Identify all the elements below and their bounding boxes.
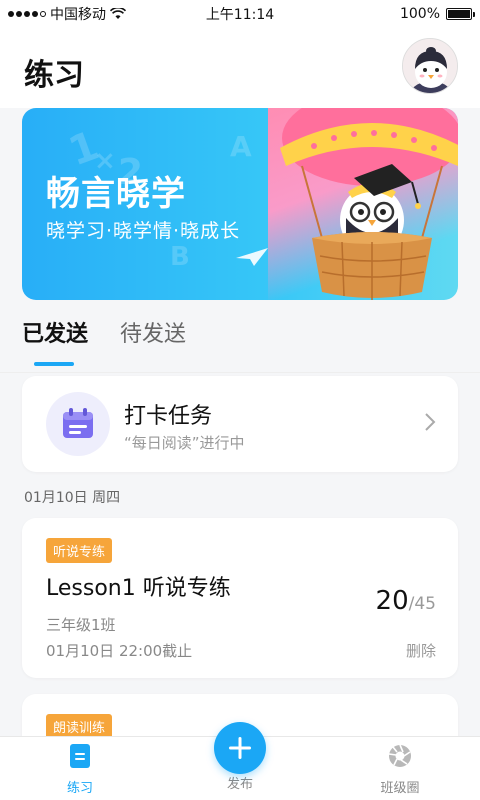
header: 练习: [0, 28, 480, 108]
banner-decor-b: B: [170, 242, 190, 272]
tab-pending[interactable]: 待发送: [120, 316, 186, 366]
assignment-card[interactable]: 听说专练 Lesson1 听说专练 三年级1班 01月10日 22:00截止 2…: [22, 518, 458, 678]
assignment-class: 三年级1班: [46, 616, 116, 634]
date-group-label: 01月10日 周四: [24, 490, 121, 506]
checkin-title: 打卡任务: [124, 404, 213, 429]
promo-banner[interactable]: 1 × 2 A B 畅言晓学 晓学习·晓学情·晓成长: [22, 108, 458, 300]
checkin-task-card[interactable]: 打卡任务 “每日阅读”进行中: [22, 376, 458, 472]
tabbar-label-publish: 发布: [226, 777, 253, 792]
banner-decor-a: A: [230, 130, 252, 163]
assignment-deadline: 01月10日 22:00截止: [46, 642, 193, 660]
assignment-tag: 听说专练: [46, 538, 113, 563]
submission-total: 45: [414, 594, 436, 614]
tab-sent[interactable]: 已发送: [22, 316, 88, 366]
tabbar-item-class-circle[interactable]: 班级圈: [360, 743, 440, 796]
banner-subtitle: 晓学习·晓学情·晓成长: [46, 220, 241, 242]
segment-tabs: 已发送 待发送: [22, 316, 186, 366]
tabbar-label-practice: 练习: [66, 781, 93, 796]
battery-icon: [446, 8, 475, 20]
carrier-label: 中国移动: [50, 7, 106, 23]
publish-plus-button[interactable]: [214, 722, 266, 774]
assignment-title: Lesson1 听说专练: [46, 576, 231, 601]
tabbar-item-practice[interactable]: 练习: [40, 743, 120, 796]
practice-icon: [70, 744, 90, 768]
calendar-icon: [63, 408, 93, 438]
balloon-mascot-illustration: [280, 108, 458, 300]
banner-title: 畅言晓学: [46, 174, 186, 214]
submission-done: 20: [375, 586, 409, 616]
aperture-icon: [388, 744, 411, 767]
status-right: 100%: [399, 6, 475, 22]
checkin-subtitle: “每日阅读”进行中: [124, 434, 245, 452]
signal-icon: [8, 11, 46, 17]
checkin-icon-wrap: [46, 392, 110, 456]
submission-count: 20 / 45: [376, 586, 436, 616]
plus-icon: [229, 737, 251, 759]
battery-percent: 100%: [399, 6, 440, 22]
page-title: 练习: [24, 58, 84, 93]
chevron-right-icon: [425, 413, 436, 431]
avatar-penguin-icon: [403, 39, 457, 93]
wifi-icon: [110, 8, 126, 19]
tabs-divider: [0, 372, 480, 373]
delete-button[interactable]: 删除: [406, 640, 436, 661]
status-bar: 中国移动 上午11:14 100%: [0, 0, 480, 28]
tabbar-label-class-circle: 班级圈: [380, 781, 420, 796]
status-left: 中国移动: [8, 4, 126, 24]
avatar[interactable]: [402, 38, 458, 94]
tabbar-item-publish[interactable]: 发布: [200, 773, 280, 792]
